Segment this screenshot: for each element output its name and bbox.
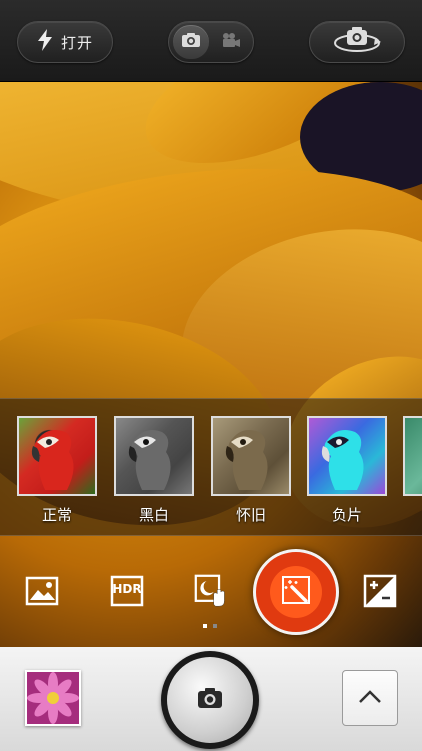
- page-dot-active: [203, 624, 207, 628]
- magic-wand-icon: [280, 574, 312, 610]
- shutter-ring: [167, 657, 253, 743]
- filter-thumb-partial: [403, 416, 422, 496]
- switch-camera-icon: [331, 26, 383, 58]
- chevron-up-icon: [358, 689, 382, 708]
- camera-video-toggle[interactable]: [168, 21, 254, 63]
- filter-mono[interactable]: 黑白: [114, 416, 194, 525]
- video-camera-icon: [221, 32, 241, 52]
- filter-label: 正常: [41, 506, 72, 524]
- landscape-icon[interactable]: [25, 574, 59, 608]
- page-indicator: [203, 624, 217, 628]
- camera-shutter-icon: [197, 687, 223, 713]
- filter-label: 黑白: [138, 506, 169, 524]
- video-mode-segment[interactable]: [213, 25, 249, 59]
- filter-thumb-negative: [307, 416, 387, 496]
- effects-button-inner: [270, 566, 322, 618]
- page-dot: [213, 624, 217, 628]
- filter-thumb-sepia: [211, 416, 291, 496]
- gallery-thumbnail[interactable]: [25, 670, 81, 726]
- night-hand-icon[interactable]: [194, 574, 228, 608]
- filter-sepia[interactable]: 怀旧: [211, 416, 291, 525]
- filter-partial[interactable]: [403, 416, 422, 496]
- effects-button[interactable]: [253, 549, 339, 635]
- filter-label: 怀旧: [235, 506, 266, 524]
- filter-normal[interactable]: 正常: [17, 416, 97, 525]
- photo-mode-segment[interactable]: [173, 25, 209, 59]
- expand-menu-button[interactable]: [342, 670, 398, 726]
- exposure-icon[interactable]: [363, 574, 397, 608]
- filter-negative[interactable]: 负片: [307, 416, 387, 525]
- top-bar: 打开: [0, 0, 422, 82]
- hdr-icon[interactable]: HDR: [110, 574, 144, 608]
- flower-thumbnail-image: [27, 672, 79, 724]
- bottom-bar: [0, 647, 422, 751]
- filter-label: 负片: [331, 506, 362, 524]
- filter-strip: 正常 黑白 怀旧 负片: [0, 398, 422, 536]
- switch-camera-button[interactable]: [309, 21, 405, 63]
- shooting-mode-row: HDR: [0, 548, 422, 645]
- flash-button[interactable]: 打开: [17, 21, 113, 63]
- filter-thumb-mono: [114, 416, 194, 496]
- filter-thumb-normal: [17, 416, 97, 496]
- flash-label: 打开: [60, 33, 93, 52]
- hdr-label: HDR: [112, 582, 142, 596]
- shutter-button[interactable]: [161, 651, 259, 749]
- camera-icon: [181, 32, 201, 52]
- flash-icon: [37, 29, 53, 55]
